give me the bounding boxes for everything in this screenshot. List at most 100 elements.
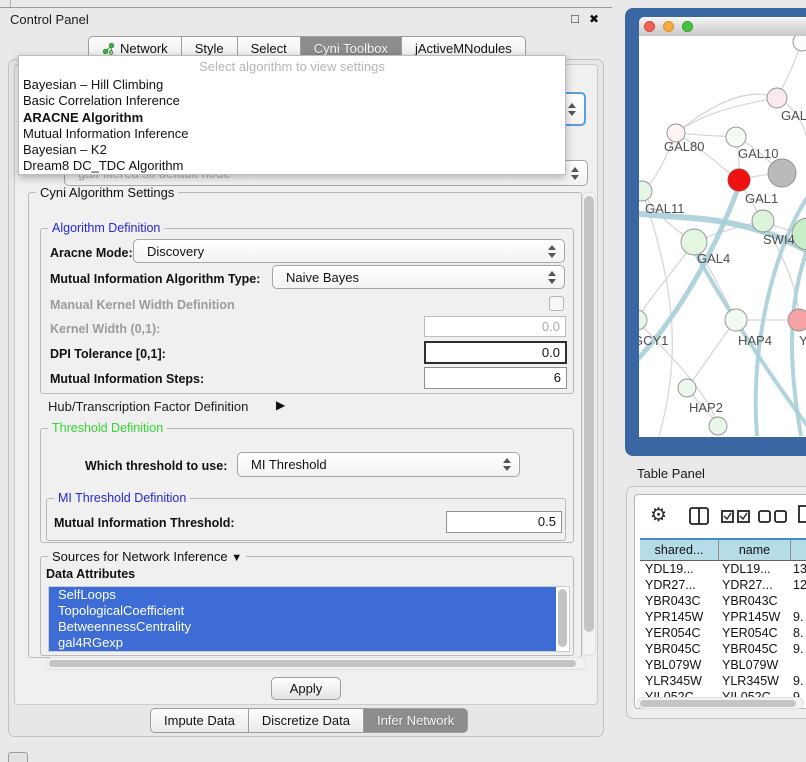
column-header-shared-name[interactable]: shared... [640,540,719,561]
sources-collapse-arrow-icon[interactable]: ▼ [231,552,242,564]
data-attributes-list[interactable]: SelfLoops TopologicalCoefficient Between… [48,586,570,652]
column-header-name[interactable]: name [719,540,791,561]
algorithm-option-selected[interactable]: ARACNE Algorithm [19,110,565,126]
algorithm-definition-title: Algorithm Definition [48,221,164,235]
tab-impute-data[interactable]: Impute Data [150,708,249,733]
tab-infer-network-label: Infer Network [377,710,454,732]
aracne-mode-label: Aracne Mode: [50,246,133,260]
deselect-all-checkboxes-icon[interactable] [758,510,788,523]
node-labels: GAL GAL80 GAL10 GAL1 GAL11 SWI4 GAL4 GCY… [639,108,806,415]
node-gcy1[interactable] [639,310,647,330]
algorithm-option[interactable]: Bayesian – K2 [19,142,565,158]
node-gray[interactable] [768,159,796,187]
algorithm-option[interactable]: Dream8 DC_TDC Algorithm [19,158,565,174]
dpi-tolerance-label: DPI Tolerance [0,1]: [50,347,166,361]
mi-type-combo[interactable]: Naive Bayes [272,265,565,289]
zoom-window-icon[interactable] [682,21,693,32]
attributes-vscrollbar-thumb[interactable] [558,589,567,647]
algorithm-option[interactable]: Bayesian – Hill Climbing [19,77,565,93]
algorithm-placeholder: Select algorithm to view settings [19,56,565,77]
hub-expand-arrow-icon[interactable]: ▶ [276,398,285,412]
application-window: { "control_panel": { "title": "Control P… [0,0,806,762]
network-icon [102,42,115,55]
table-hscrollbar-thumb[interactable] [640,700,796,707]
settings-hscrollbar-thumb[interactable] [49,660,576,667]
table-gear-icon[interactable]: ⚙ [650,504,667,527]
attribute-item[interactable]: TopologicalCoefficient [49,603,556,619]
node-gal[interactable] [767,88,787,108]
node-label: HAP4 [738,333,772,348]
tab-infer-network[interactable]: Infer Network [364,708,468,733]
node-gal10[interactable] [726,127,746,147]
select-all-checkboxes-icon[interactable] [721,510,751,523]
node-gal1-selected[interactable] [728,169,750,191]
node-hap2[interactable] [678,379,696,397]
table-row[interactable]: YBL079WYBL079W [640,657,806,673]
threshold-definition-title: Threshold Definition [48,421,167,435]
network-canvas[interactable]: GAL GAL80 GAL10 GAL1 GAL11 SWI4 GAL4 GCY… [639,36,806,437]
combo-arrows-icon [567,167,583,180]
minimize-window-icon[interactable] [663,21,674,32]
which-threshold-combo[interactable]: MI Threshold [237,452,520,477]
node-label: SWI4 [763,232,795,247]
top-divider [0,7,612,8]
node[interactable] [709,417,727,435]
sources-group-title[interactable]: Sources for Network Inference ▼ [48,549,246,564]
bottom-tabbar: Impute Data Discretize Data Infer Networ… [150,708,468,731]
close-window-icon[interactable] [644,21,655,32]
combo-arrows-icon [564,103,580,116]
split-columns-icon[interactable] [688,506,710,526]
node-swi4[interactable] [752,210,774,232]
node-label: Y [799,333,806,348]
node[interactable] [793,36,806,51]
mi-type-label: Mutual Information Algorithm Type: [50,272,260,286]
table-row[interactable]: YLR345WYLR345W9. [640,673,806,689]
sources-title-text: Sources for Network Inference [52,549,228,564]
mini-panel-button[interactable] [8,752,28,762]
node-pink[interactable] [788,309,806,331]
table-row[interactable]: YDL19...YDL19...13 [640,561,806,577]
mi-threshold-group-title: MI Threshold Definition [54,491,190,505]
attribute-item[interactable]: gal4RGexp [49,635,556,651]
algorithm-option[interactable]: Basic Correlation Inference [19,93,565,109]
control-panel: Control Panel □ ✖ Network Style Select C… [0,0,612,762]
settings-vscrollbar-thumb[interactable] [584,196,594,632]
mi-steps-label: Mutual Information Steps: [50,372,204,386]
table-rows: YDL19...YDL19...13 YDR27...YDR27...12 YB… [640,561,806,700]
table-row[interactable]: YER054CYER054C8. [640,625,806,641]
manual-kernel-checkbox[interactable] [549,296,564,311]
float-panel-icon[interactable]: □ [571,11,579,26]
node-label: GAL10 [738,146,778,161]
table-row[interactable]: YDR27...YDR27...12 [640,577,806,593]
new-table-icon[interactable] [797,504,806,524]
mi-type-value: Naive Bayes [273,270,544,285]
column-header-partial[interactable] [791,540,806,561]
apply-button[interactable]: Apply [271,677,341,700]
algorithm-dropdown-popup: Select algorithm to view settings Bayesi… [18,55,566,175]
aracne-mode-combo[interactable]: Discovery [133,239,565,263]
node-hap4[interactable] [725,309,747,331]
network-window-titlebar[interactable] [639,17,806,37]
attribute-item[interactable]: BetweennessCentrality [49,619,556,635]
aracne-mode-value: Discovery [134,244,544,259]
dpi-tolerance-field[interactable]: 0.0 [424,341,567,364]
node-label: HAP2 [689,400,723,415]
attribute-item[interactable]: SelfLoops [49,587,556,603]
mi-steps-field[interactable]: 6 [424,367,567,389]
table-row[interactable]: YPR145WYPR145W9. [640,609,806,625]
top-tick [10,0,11,7]
data-attributes-label: Data Attributes [46,567,135,581]
node-label: GCY1 [639,333,668,348]
algorithm-option[interactable]: Mutual Information Inference [19,126,565,142]
selected-attributes-block[interactable]: SelfLoops TopologicalCoefficient Between… [49,587,556,651]
close-panel-icon[interactable]: ✖ [589,12,599,26]
mi-threshold-field[interactable]: 0.5 [446,511,562,533]
node-label: GAL [781,108,806,123]
tab-discretize-data[interactable]: Discretize Data [249,708,364,733]
network-graph[interactable]: GAL GAL80 GAL10 GAL1 GAL11 SWI4 GAL4 GCY… [639,36,806,437]
table-row[interactable]: YBR045CYBR045C9. [640,641,806,657]
table-row[interactable]: YBR043CYBR043C [640,593,806,609]
hub-definition-label[interactable]: Hub/Transcription Factor Definition [48,399,248,414]
node-label: GAL4 [697,251,730,266]
which-threshold-value: MI Threshold [238,457,499,472]
